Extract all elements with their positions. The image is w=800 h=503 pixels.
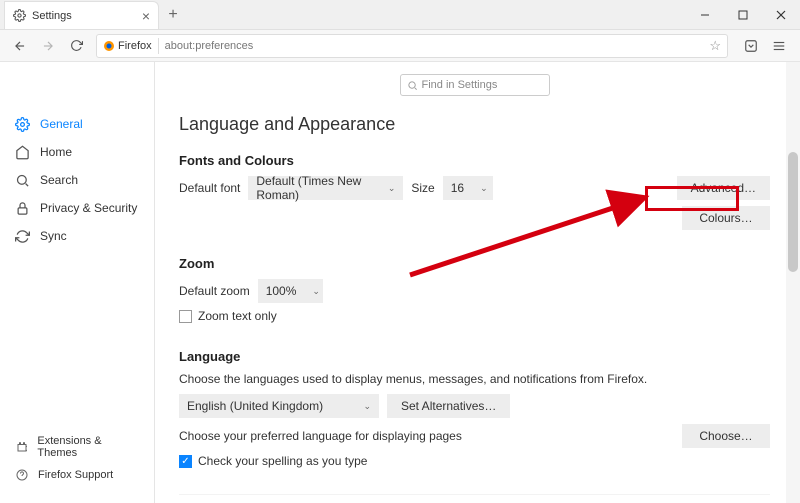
divider [158, 38, 159, 54]
window-controls [686, 0, 800, 30]
url-text: about:preferences [165, 40, 254, 52]
sidebar-support[interactable]: Firefox Support [0, 463, 154, 487]
sidebar-item-label: Sync [40, 229, 67, 243]
language-title: Language [179, 349, 770, 364]
language-section: Language Choose the languages used to di… [179, 349, 770, 468]
sidebar-item-label: Firefox Support [38, 469, 113, 481]
zoom-title: Zoom [179, 256, 770, 271]
scrollbar-track[interactable] [786, 62, 800, 503]
reload-button[interactable] [64, 34, 88, 58]
language-desc2: Choose your preferred language for displ… [179, 429, 462, 443]
toolbar: Firefox about:preferences ☆ [0, 30, 800, 62]
chevron-down-icon: ⌄ [363, 401, 371, 412]
sidebar-item-label: Privacy & Security [40, 201, 137, 215]
sync-icon [14, 228, 30, 244]
forward-button[interactable] [36, 34, 60, 58]
brand-label: Firefox [118, 40, 152, 52]
fonts-title: Fonts and Colours [179, 153, 770, 168]
save-to-pocket-icon[interactable] [744, 39, 764, 53]
sidebar-item-label: Extensions & Themes [37, 435, 140, 459]
sidebar-item-home[interactable]: Home [0, 138, 154, 166]
maximize-button[interactable] [724, 0, 762, 30]
close-icon[interactable]: × [142, 8, 150, 24]
sidebar-extensions[interactable]: Extensions & Themes [0, 431, 154, 463]
language-desc: Choose the languages used to display men… [179, 372, 770, 386]
settings-search-input[interactable]: Find in Settings [400, 74, 550, 96]
sidebar-item-label: General [40, 117, 83, 131]
sidebar-item-label: Search [40, 173, 78, 187]
search-icon [14, 172, 30, 188]
default-zoom-select[interactable]: 100% ⌄ [258, 279, 323, 303]
gear-icon [14, 116, 30, 132]
chevron-down-icon: ⌄ [388, 183, 396, 194]
scrollbar-thumb[interactable] [788, 152, 798, 272]
zoom-text-only-label: Zoom text only [198, 309, 277, 323]
zoom-section: Zoom Default zoom 100% ⌄ Zoom text only [179, 256, 770, 323]
menu-icon[interactable] [772, 39, 792, 53]
annotation-highlight [645, 186, 739, 211]
choose-language-button[interactable]: Choose… [682, 424, 770, 448]
search-icon [407, 80, 418, 91]
firefox-icon: Firefox [103, 40, 152, 52]
gear-icon [13, 9, 26, 22]
sidebar-item-sync[interactable]: Sync [0, 222, 154, 250]
search-placeholder: Find in Settings [422, 79, 498, 91]
set-alternatives-button[interactable]: Set Alternatives… [387, 394, 510, 418]
sidebar-item-search[interactable]: Search [0, 166, 154, 194]
help-icon [14, 467, 30, 483]
page-title: Language and Appearance [179, 114, 770, 135]
sidebar: General Home Search Privacy & Security [0, 62, 155, 503]
zoom-text-only-checkbox[interactable] [179, 310, 192, 323]
bookmark-star-icon[interactable]: ☆ [709, 38, 721, 54]
default-zoom-label: Default zoom [179, 284, 250, 298]
default-font-select[interactable]: Default (Times New Roman) ⌄ [248, 176, 403, 200]
puzzle-icon [14, 439, 29, 455]
sidebar-item-privacy[interactable]: Privacy & Security [0, 194, 154, 222]
default-font-label: Default font [179, 181, 240, 195]
sidebar-item-label: Home [40, 145, 72, 159]
home-icon [14, 144, 30, 160]
minimize-button[interactable] [686, 0, 724, 30]
chevron-down-icon: ⌄ [480, 183, 488, 194]
font-size-select[interactable]: 16 ⌄ [443, 176, 493, 200]
browser-tab[interactable]: Settings × [4, 1, 159, 29]
tab-strip: Settings × + [0, 0, 800, 30]
spellcheck-checkbox[interactable]: ✓ [179, 455, 192, 468]
language-select[interactable]: English (United Kingdom) ⌄ [179, 394, 379, 418]
back-button[interactable] [8, 34, 32, 58]
close-window-button[interactable] [762, 0, 800, 30]
lock-icon [14, 200, 30, 216]
url-bar[interactable]: Firefox about:preferences ☆ [96, 34, 728, 58]
new-tab-button[interactable]: + [159, 1, 187, 29]
sidebar-item-general[interactable]: General [0, 110, 154, 138]
size-label: Size [411, 181, 434, 195]
spellcheck-label: Check your spelling as you type [198, 454, 367, 468]
main-panel: Find in Settings Language and Appearance… [155, 62, 800, 503]
chevron-down-icon: ⌄ [312, 286, 320, 297]
tab-title: Settings [32, 10, 72, 22]
